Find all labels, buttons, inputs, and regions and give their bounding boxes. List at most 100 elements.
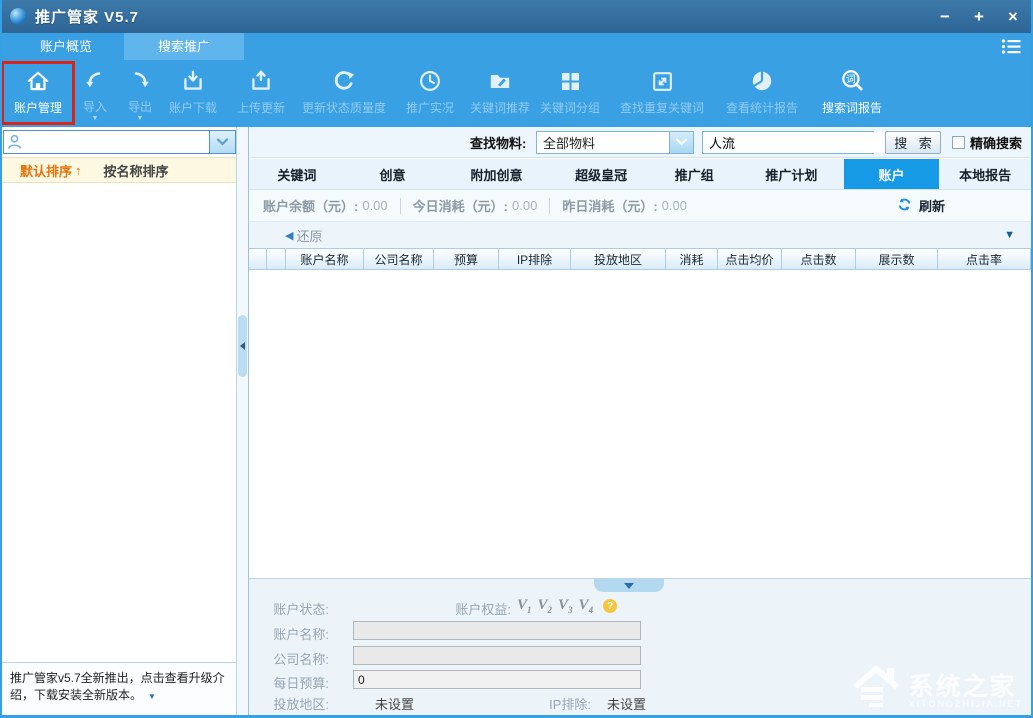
column-header-avg-click-price[interactable]: 点击均价 — [718, 249, 782, 269]
account-name-input[interactable] — [353, 621, 641, 640]
close-button[interactable]: × — [1003, 7, 1023, 27]
notice-caret-icon[interactable]: ▼ — [148, 692, 156, 701]
toolbar-search-word-report[interactable]: 词 搜索词报告 — [812, 64, 892, 122]
account-status-label: 账户状态: — [249, 599, 329, 618]
column-header-region[interactable]: 投放地区 — [571, 249, 666, 269]
refresh-label: 刷新 — [919, 196, 945, 215]
upgrade-notice[interactable]: 推广管家v5.7全新推出，点击查看升级介绍，下载安装全新版本。▼ — [2, 662, 236, 715]
restore-button[interactable]: 还原 — [296, 226, 322, 245]
column-header-clicks[interactable]: 点击数 — [782, 249, 856, 269]
column-header-company-name[interactable]: 公司名称 — [364, 249, 434, 269]
pie-chart-icon — [749, 66, 775, 96]
column-header[interactable] — [249, 249, 267, 269]
toolbar-label: 导入 — [83, 98, 107, 115]
column-header-impressions[interactable]: 展示数 — [856, 249, 938, 269]
stat-label: 账户余额（元）: — [263, 196, 358, 215]
keyword-search-box: ✖ — [702, 131, 874, 154]
ip-exclude-label: IP排除: — [531, 694, 591, 713]
material-select-value: 全部物料 — [537, 133, 669, 152]
tab-promotion-group[interactable]: 推广组 — [649, 159, 739, 189]
toolbar-find-duplicate[interactable]: 查找重复关键词 — [612, 64, 712, 122]
sidebar-collapse-handle[interactable] — [238, 315, 247, 377]
account-rights-badges: V1 V2 V3 V4 ? — [517, 597, 617, 615]
toolbar-import[interactable]: 导入 ▼ — [77, 64, 113, 122]
help-icon[interactable]: ? — [603, 599, 617, 613]
form-collapse-handle[interactable] — [594, 579, 664, 592]
column-header[interactable] — [267, 249, 286, 269]
nav-tab-search-promotion[interactable]: 搜索推广 — [124, 33, 244, 60]
tab-keywords[interactable]: 关键词 — [249, 159, 345, 189]
tab-creative[interactable]: 创意 — [345, 159, 441, 189]
maximize-button[interactable]: + — [969, 7, 989, 27]
toolbar-promotion-live[interactable]: 推广实况 — [399, 64, 461, 122]
stat-label: 今日消耗（元）: — [413, 196, 508, 215]
tab-account[interactable]: 账户 — [844, 159, 940, 189]
watermark-subtext: XITONGZHIJIA.NET — [909, 699, 1023, 709]
tab-super-crown[interactable]: 超级皇冠 — [553, 159, 650, 189]
toolbar-account-management[interactable]: 账户管理 — [4, 64, 72, 122]
person-icon — [7, 134, 22, 155]
tab-local-report[interactable]: 本地报告 — [939, 159, 1031, 189]
dropdown-caret-icon[interactable]: ▼ — [137, 116, 144, 122]
window-controls: − + × — [935, 7, 1023, 27]
toolbar-update-quality[interactable]: 更新状态质量度 — [296, 64, 392, 122]
sort-by-name-button[interactable]: 按名称排序 — [104, 161, 169, 180]
app-logo-icon — [10, 8, 27, 25]
toolbar-label: 关键词分组 — [540, 99, 600, 116]
search-dropdown-button[interactable] — [209, 130, 236, 154]
chevron-down-icon[interactable] — [669, 132, 693, 153]
panel-collapse-caret-icon[interactable]: ▼ — [1004, 229, 1015, 241]
column-header-ip-exclude[interactable]: IP排除 — [499, 249, 571, 269]
toolbar-keyword-group[interactable]: 关键词分组 — [533, 64, 607, 122]
clock-icon — [417, 66, 443, 96]
upload-icon — [248, 66, 274, 96]
restore-arrow-icon: ◀ — [285, 229, 293, 242]
menu-list-icon[interactable] — [1001, 38, 1021, 60]
table-header: 账户名称 公司名称 预算 IP排除 投放地区 消耗 点击均价 点击数 展示数 点… — [249, 248, 1031, 270]
table-body[interactable] — [249, 270, 1031, 578]
stat-value: 0.00 — [512, 198, 537, 213]
sort-default-button[interactable]: 默认排序 — [20, 161, 72, 180]
tab-extra-creative[interactable]: 附加创意 — [440, 159, 553, 189]
column-header-budget[interactable]: 预算 — [434, 249, 499, 269]
keyword-search-input[interactable] — [703, 132, 885, 153]
watermark-house-icon — [849, 657, 903, 709]
toolbar-export[interactable]: 导出 ▼ — [122, 64, 158, 122]
tab-promotion-plan[interactable]: 推广计划 — [739, 159, 844, 189]
account-rights-label: 账户权益: — [431, 599, 511, 618]
region-label: 投放地区: — [249, 694, 329, 713]
toolbar: 账户管理 导入 ▼ 导出 ▼ — [0, 60, 1033, 127]
ip-exclude-value[interactable]: 未设置 — [607, 694, 646, 713]
collapse-left-icon — [240, 342, 245, 350]
restore-row: ◀ 还原 ▼ — [249, 222, 1031, 248]
v2-badge: V2 — [538, 597, 553, 615]
toolbar-keyword-recommend[interactable]: 关键词推荐 — [463, 64, 537, 122]
column-header-account-name[interactable]: 账户名称 — [286, 249, 364, 269]
refresh-icon — [331, 66, 357, 96]
folder-icon — [487, 66, 513, 96]
account-tree-area[interactable] — [2, 184, 236, 661]
exact-search-label: 精确搜索 — [970, 133, 1022, 152]
daily-budget-input[interactable] — [353, 670, 641, 689]
dropdown-caret-icon[interactable]: ▼ — [92, 116, 99, 122]
nav-tab-account-overview[interactable]: 账户概览 — [8, 33, 124, 60]
company-name-input[interactable] — [353, 646, 641, 665]
toolbar-upload-update[interactable]: 上传更新 — [231, 64, 291, 122]
refresh-button[interactable]: 刷新 — [897, 196, 945, 215]
account-detail-form: 账户状态: 账户权益: V1 V2 V3 V4 ? 账户名称: 公司名称: — [249, 578, 1031, 715]
toolbar-account-download[interactable]: 账户下载 — [163, 64, 223, 122]
grid-icon — [558, 66, 582, 96]
toolbar-view-statistics[interactable]: 查看统计报告 — [719, 64, 805, 122]
column-header-cost[interactable]: 消耗 — [666, 249, 718, 269]
account-search-input[interactable] — [3, 130, 209, 154]
toolbar-label: 推广实况 — [406, 99, 454, 116]
region-value[interactable]: 未设置 — [375, 694, 414, 713]
column-header-ctr[interactable]: 点击率 — [938, 249, 1031, 269]
stat-today-cost: 今日消耗（元）: 0.00 — [413, 196, 538, 215]
search-button[interactable]: 搜 索 — [885, 131, 941, 154]
window-title: 推广管家 V5.7 — [35, 6, 139, 27]
material-select[interactable]: 全部物料 — [536, 131, 694, 154]
minimize-button[interactable]: − — [935, 7, 955, 27]
exact-search-checkbox[interactable] — [952, 136, 965, 149]
upgrade-notice-text: 推广管家v5.7全新推出，点击查看升级介绍，下载安装全新版本。 — [10, 671, 225, 702]
